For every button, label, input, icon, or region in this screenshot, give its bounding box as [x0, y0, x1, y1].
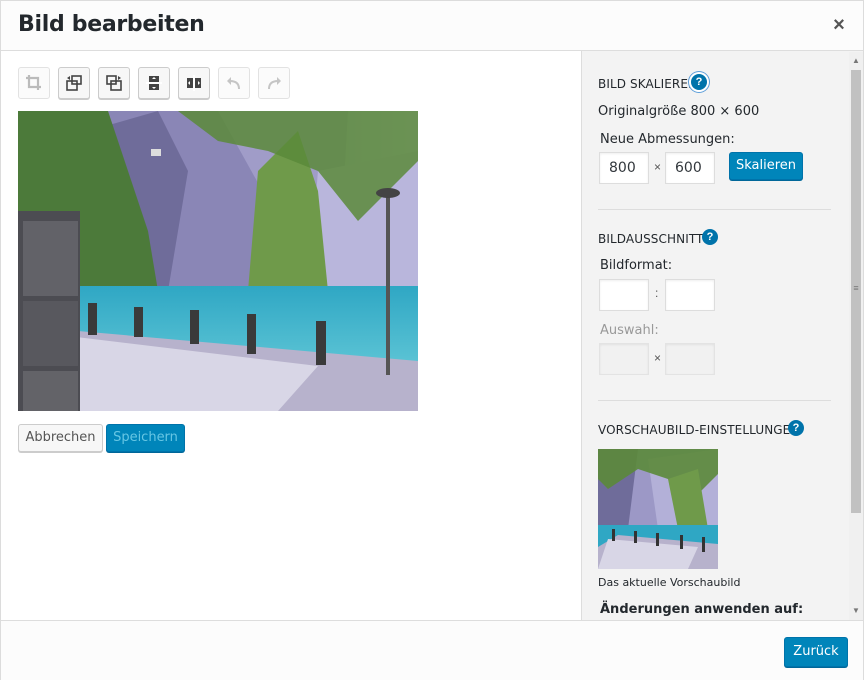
scale-help-icon[interactable]: ? [691, 74, 707, 90]
cancel-button[interactable]: Abbrechen [18, 424, 103, 452]
dialog-header: Bild bearbeiten × [1, 1, 863, 51]
colon-separator: : [655, 286, 659, 300]
back-button[interactable]: Zurück [784, 637, 848, 667]
undo-icon [227, 77, 240, 90]
crop-section-title: Bildausschnitt [598, 232, 704, 246]
scroll-down-icon[interactable]: ▼ [849, 604, 863, 618]
scroll-up-icon[interactable]: ▲ [849, 54, 863, 68]
scale-height-input[interactable]: 600 [665, 152, 715, 184]
aspect-height-input[interactable] [665, 279, 715, 311]
times-sign: × [654, 160, 662, 174]
lake-photo [18, 111, 418, 411]
flip-horizontal-button[interactable] [178, 67, 210, 99]
sidebar-scrollbar[interactable]: ▲ ≡ ▼ [849, 52, 863, 620]
dialog-title: Bild bearbeiten [18, 12, 205, 37]
scroll-grip-icon: ≡ [853, 283, 859, 293]
scale-width-input[interactable]: 800 [599, 152, 649, 184]
flip-vertical-icon [146, 76, 162, 90]
rotate-right-button[interactable] [98, 67, 130, 99]
crop-button[interactable] [18, 67, 50, 99]
aspect-ratio-label: Bildformat: [600, 258, 673, 273]
settings-sidebar: Bild skalieren ? Originalgröße 800 × 600… [581, 51, 863, 620]
close-icon[interactable]: × [829, 15, 849, 35]
dialog-footer: Zurück [1, 620, 863, 680]
save-button[interactable]: Speichern [106, 424, 185, 452]
original-size-text: Originalgröße 800 × 600 [598, 104, 760, 119]
selection-width-input[interactable] [599, 343, 649, 375]
section-divider [598, 209, 831, 210]
edit-image-dialog: Bild bearbeiten × Abbrechen Speichern BI… [0, 0, 864, 680]
crop-icon [26, 75, 41, 90]
flip-horizontal-icon [187, 75, 201, 91]
current-thumbnail [598, 449, 718, 569]
crop-help-icon[interactable]: ? [702, 229, 718, 245]
times-sign-2: × [654, 351, 662, 365]
rotate-left-icon [66, 75, 82, 91]
thumbnail-help-icon[interactable]: ? [788, 420, 804, 436]
redo-button[interactable] [258, 67, 290, 99]
new-dimensions-label: Neue Abmessungen: [600, 132, 735, 147]
rotate-right-icon [106, 75, 122, 91]
thumbnail-section-title: Vorschaubild-Einstellungen [598, 423, 800, 437]
selection-height-input[interactable] [665, 343, 715, 375]
scale-section-title: Bild skalieren [598, 77, 698, 91]
selection-label: Auswahl: [600, 323, 659, 338]
section-divider [598, 400, 831, 401]
apply-changes-label: Änderungen anwenden auf: [600, 602, 804, 617]
flip-vertical-button[interactable] [138, 67, 170, 99]
aspect-width-input[interactable] [599, 279, 649, 311]
undo-button[interactable] [218, 67, 250, 99]
image-preview[interactable] [18, 111, 418, 411]
thumbnail-photo [598, 449, 718, 569]
rotate-left-button[interactable] [58, 67, 90, 99]
thumbnail-caption: Das aktuelle Vorschaubild [598, 576, 741, 589]
scale-button[interactable]: Skalieren [729, 152, 803, 180]
redo-icon [268, 77, 281, 90]
